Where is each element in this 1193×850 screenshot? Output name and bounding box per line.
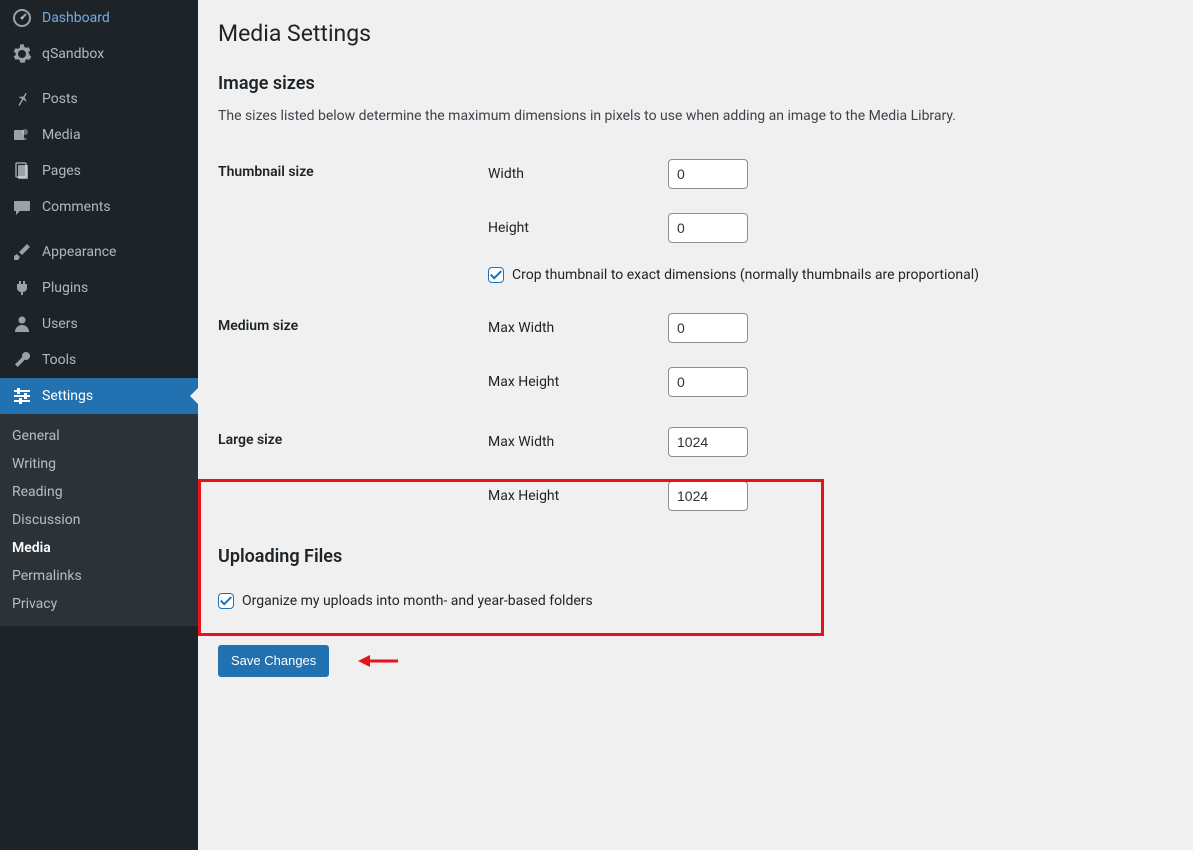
sidebar-item-qsandbox[interactable]: qSandbox [0, 36, 198, 72]
medium-height-label: Max Height [488, 374, 668, 390]
thumbnail-height-label: Height [488, 220, 668, 236]
wrench-icon [12, 350, 32, 370]
submenu-item-permalinks[interactable]: Permalinks [0, 562, 198, 590]
large-width-input[interactable] [668, 427, 748, 457]
image-sizes-desc: The sizes listed below determine the max… [218, 108, 1173, 124]
thumbnail-width-label: Width [488, 166, 668, 182]
sidebar-item-label: Dashboard [42, 10, 110, 26]
medium-width-input[interactable] [668, 313, 748, 343]
media-icon [12, 125, 32, 145]
admin-sidebar: Dashboard qSandbox Posts Media Pages Com… [0, 0, 198, 850]
pages-icon [12, 161, 32, 181]
sliders-icon [12, 386, 32, 406]
sidebar-item-label: Tools [42, 352, 76, 368]
image-sizes-heading: Image sizes [218, 73, 1173, 94]
thumbnail-height-input[interactable] [668, 213, 748, 243]
sidebar-item-tools[interactable]: Tools [0, 342, 198, 378]
image-sizes-table: Thumbnail size Width Height Crop thumbna… [218, 144, 1173, 526]
submenu-item-writing[interactable]: Writing [0, 450, 198, 478]
sidebar-item-posts[interactable]: Posts [0, 81, 198, 117]
main-content: Media Settings Image sizes The sizes lis… [198, 0, 1193, 850]
sidebar-item-dashboard[interactable]: Dashboard [0, 0, 198, 36]
sidebar-item-label: Pages [42, 163, 81, 179]
sidebar-item-label: Comments [42, 199, 111, 215]
user-icon [12, 314, 32, 334]
thumbnail-crop-checkbox[interactable] [488, 267, 504, 283]
settings-submenu: General Writing Reading Discussion Media… [0, 414, 198, 626]
sidebar-item-label: Posts [42, 91, 78, 107]
sidebar-item-label: Plugins [42, 280, 88, 296]
sidebar-item-settings[interactable]: Settings [0, 378, 198, 414]
sidebar-item-label: Appearance [42, 244, 116, 260]
sidebar-item-users[interactable]: Users [0, 306, 198, 342]
medium-width-label: Max Width [488, 320, 668, 336]
submenu-item-discussion[interactable]: Discussion [0, 506, 198, 534]
sidebar-item-appearance[interactable]: Appearance [0, 234, 198, 270]
dashboard-icon [12, 8, 32, 28]
medium-height-input[interactable] [668, 367, 748, 397]
submenu-item-media[interactable]: Media [0, 534, 198, 562]
sidebar-item-comments[interactable]: Comments [0, 189, 198, 225]
submenu-item-reading[interactable]: Reading [0, 478, 198, 506]
comment-icon [12, 197, 32, 217]
sidebar-item-label: Settings [42, 388, 93, 404]
medium-size-label: Medium size [218, 298, 478, 412]
sidebar-item-pages[interactable]: Pages [0, 153, 198, 189]
page-title: Media Settings [218, 10, 1173, 53]
annotation-arrow-icon [358, 653, 398, 669]
sidebar-item-label: Users [42, 316, 78, 332]
large-width-label: Max Width [488, 434, 668, 450]
gear-icon [12, 44, 32, 64]
plug-icon [12, 278, 32, 298]
sidebar-item-label: qSandbox [42, 46, 104, 62]
sidebar-item-plugins[interactable]: Plugins [0, 270, 198, 306]
sidebar-item-media[interactable]: Media [0, 117, 198, 153]
pin-icon [12, 89, 32, 109]
submenu-item-privacy[interactable]: Privacy [0, 590, 198, 618]
thumbnail-width-input[interactable] [668, 159, 748, 189]
thumbnail-size-label: Thumbnail size [218, 144, 478, 298]
save-changes-button[interactable]: Save Changes [218, 645, 329, 677]
annotation-highlight-box [198, 479, 824, 636]
thumbnail-crop-label: Crop thumbnail to exact dimensions (norm… [512, 267, 979, 283]
sidebar-item-label: Media [42, 127, 81, 143]
brush-icon [12, 242, 32, 262]
submenu-item-general[interactable]: General [0, 422, 198, 450]
